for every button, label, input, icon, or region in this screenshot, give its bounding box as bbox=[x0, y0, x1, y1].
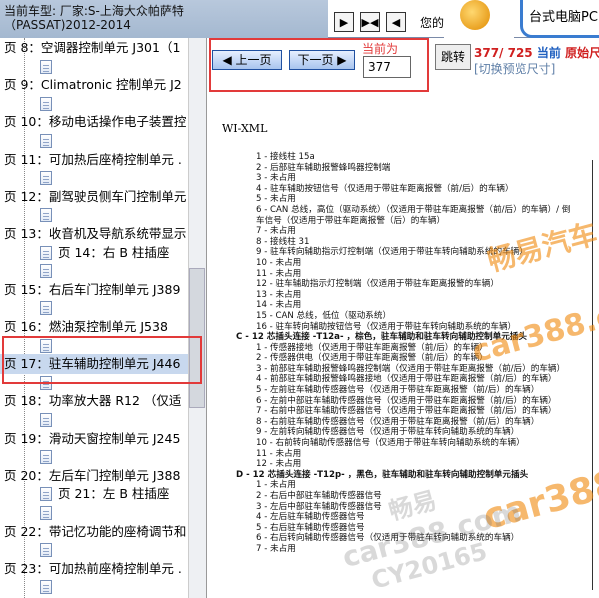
page-tree-item[interactable]: 页 22：带记忆功能的座椅调节和 bbox=[0, 522, 188, 542]
document-line: 车信号（仅适用于带驻车距离报警（后）的车辆） bbox=[256, 215, 446, 226]
page-count-text: 377/ 725 bbox=[474, 46, 533, 60]
document-line: 16 - 驻车转向辅助按钮信号（仅适用于带驻车转向辅助系统的车辆） bbox=[256, 321, 517, 332]
document-line: 3 - 前部驻车辅助报警蜂鸣器控制端（仅适用于带驻车距离报警（前/后）的车辆） bbox=[256, 363, 566, 374]
document-line: 13 - 未占用 bbox=[256, 289, 302, 300]
page-tree-item[interactable]: 页 18：功率放大器 R12 （仅适 bbox=[0, 391, 188, 411]
expand-right-button[interactable]: ▶ bbox=[334, 12, 354, 32]
document-line: 9 - 左前转向辅助传感器信号（仅适用于带驻车转向辅助系统的车辆） bbox=[256, 427, 520, 438]
document-line: 1 - 接线柱 15a bbox=[256, 152, 315, 162]
document-title: WI-XML bbox=[222, 122, 268, 135]
document-text: 1 - 接线柱 15a 2 - 后部驻车辅助报警蜂鸣器控制端 3 - 未占用 4 - … bbox=[236, 152, 596, 555]
document-line: 1 - 传感器接地（仅适用于带驻车距离报警（前/后）的车辆） bbox=[256, 342, 488, 353]
document-icon bbox=[40, 246, 52, 260]
document-line: 11 - 未占用 bbox=[256, 268, 302, 279]
page-count: 377/ 725 当前 原始尺 bbox=[474, 44, 599, 61]
frame-nav-buttons: ▶ ▶◀ ◀ bbox=[334, 12, 406, 32]
mascot-logo-icon bbox=[460, 0, 490, 30]
document-icon[interactable] bbox=[40, 301, 52, 315]
document-icon[interactable] bbox=[40, 580, 52, 594]
page-tree-item[interactable]: 页 20：左后车门控制单元 J388 bbox=[0, 466, 188, 486]
document-icon[interactable] bbox=[40, 450, 52, 464]
document-line: 8 - 右前驻车辅助传感器信号（仅适用于带驻车距离报警（前/后）的车辆） bbox=[256, 416, 540, 427]
document-line: 10 - 右前转向辅助传感器信号（仅适用于带驻车转向辅助系统的车辆） bbox=[256, 438, 525, 449]
document-line: 14 - 未占用 bbox=[256, 300, 302, 311]
page-tree-item[interactable]: 页 15：右后车门控制单元 J389 bbox=[0, 280, 188, 300]
document-line: 10 - 未占用 bbox=[256, 257, 302, 268]
document-icon[interactable] bbox=[40, 60, 52, 74]
document-line: 6 - 左前中部驻车辅助传感器信号（仅适用于带驻车距离报警（前/后）的车辆） bbox=[256, 395, 557, 406]
page-tree-item[interactable]: 页 13：收音机及导航系统带显示 bbox=[0, 224, 188, 244]
ad-text: 台式电脑PC bbox=[529, 10, 598, 25]
document-line: C - 12 芯插头连接 -T12a- ，棕色，驻车辅助和驻车转向辅助控制单元插… bbox=[236, 332, 527, 343]
document-line: 5 - 未占用 bbox=[256, 194, 296, 205]
document-line: 3 - 左后中部驻车辅助传感器信号 bbox=[256, 501, 382, 512]
document-icon[interactable] bbox=[40, 171, 52, 185]
document-line: 7 - 未占用 bbox=[256, 543, 296, 554]
document-line: 7 - 右前中部驻车辅助传感器信号（仅适用于带驻车距离报警（前/后）的车辆） bbox=[256, 406, 557, 417]
page-tree-item[interactable]: 页 16：燃油泵控制单元 J538 bbox=[0, 317, 188, 337]
page-tree-item[interactable]: 页 21：左 B 柱插座 bbox=[38, 484, 188, 504]
page-tree-item[interactable]: 页 23：可加热前座椅控制单元 . bbox=[0, 559, 188, 579]
document-line: 3 - 未占用 bbox=[256, 173, 296, 184]
top-text: 您的 bbox=[420, 16, 445, 30]
toggle-preview-size-link[interactable]: [切换预览尺寸] bbox=[474, 60, 555, 77]
document-line: 12 - 驻车辅助指示灯控制端（仅适用于带驻车距离报警的车辆） bbox=[256, 279, 499, 290]
document-line: 9 - 驻车转向辅助指示灯控制端（仅适用于带驻车转向辅助系统的车辆） bbox=[256, 247, 528, 258]
document-line: 8 - 接线柱 31 bbox=[256, 236, 310, 247]
document-line: 7 - 未占用 bbox=[256, 226, 296, 237]
expand-left-button[interactable]: ◀ bbox=[386, 12, 406, 32]
document-line: 4 - 左后驻车辅助传感器信号 bbox=[256, 512, 365, 523]
document-line: 1 - 未占用 bbox=[256, 480, 296, 491]
document-line: 2 - 传感器供电（仅适用于带驻车距离报警（前/后）的车辆） bbox=[256, 353, 488, 364]
ad-banner[interactable]: 台式电脑PC bbox=[520, 0, 599, 38]
document-line: D - 12 芯插头连接 -T12p- ，黑色，驻车辅助和驻车转向辅助控制单元插… bbox=[236, 469, 529, 480]
pager-highlight bbox=[209, 38, 429, 92]
page-tree-item[interactable]: 页 14：右 B 柱插座 bbox=[38, 243, 188, 263]
document-line: 5 - 右后驻车辅助传感器信号 bbox=[256, 522, 365, 533]
document-line: 12 - 未占用 bbox=[256, 459, 302, 470]
document-icon[interactable] bbox=[40, 543, 52, 557]
document-icon bbox=[40, 487, 52, 501]
page-tree: 页 8：空调器控制单元 J301（1 页 9：Climatronic 控制单元 J… bbox=[0, 0, 188, 598]
document-icon[interactable] bbox=[40, 134, 52, 148]
jump-button[interactable]: 跳转 bbox=[435, 44, 471, 70]
document-icon[interactable] bbox=[40, 506, 52, 520]
page-tree-item[interactable]: 页 19：滑动天窗控制单元 J245 bbox=[0, 429, 188, 449]
selected-item-highlight bbox=[2, 336, 202, 384]
document-icon[interactable] bbox=[40, 413, 52, 427]
document-line: 2 - 后部驻车辅助报警蜂鸣器控制端 bbox=[256, 162, 391, 173]
document-border-line bbox=[592, 160, 593, 590]
document-icon[interactable] bbox=[40, 264, 52, 278]
document-line: 15 - CAN 总线，低位（驱动系统） bbox=[256, 310, 392, 321]
current-size-label: 当前 bbox=[536, 46, 561, 60]
document-view: WI-XML 1 - 接线柱 15a 2 - 后部驻车辅助报警蜂鸣器控制端 3 - … bbox=[208, 90, 599, 598]
page-tree-item[interactable]: 页 11：可加热后座椅控制单元 . bbox=[0, 150, 188, 170]
document-icon[interactable] bbox=[40, 208, 52, 222]
document-icon[interactable] bbox=[40, 97, 52, 111]
split-toggle-button[interactable]: ▶◀ bbox=[360, 12, 380, 32]
document-line: 6 - 右后转向辅助传感器信号（仅适用于带驻车转向辅助系统的车辆） bbox=[256, 533, 520, 544]
document-line: 6 - CAN 总线，高位（驱动系统）（仅适用于带驻车距离报警（前/后）的车辆）… bbox=[256, 204, 571, 215]
document-line: 11 - 未占用 bbox=[256, 448, 302, 459]
page-tree-item[interactable]: 页 8：空调器控制单元 J301（1 bbox=[0, 38, 188, 58]
document-line: 4 - 驻车辅助按钮信号（仅适用于带驻车距离报警（前/后）的车辆） bbox=[256, 183, 514, 194]
page-tree-item[interactable]: 页 9：Climatronic 控制单元 J2 bbox=[0, 75, 188, 95]
page-tree-item[interactable]: 页 10：移动电话操作电子装置控 bbox=[0, 112, 188, 132]
document-line: 5 - 左前驻车辅助传感器信号（仅适用于带驻车距离报警（前/后）的车辆） bbox=[256, 385, 540, 396]
document-line: 2 - 右后中部驻车辅助传感器信号 bbox=[256, 491, 382, 501]
document-line: 4 - 前部驻车辅助报警蜂鸣器接地（仅适用于带驻车距离报警（前/后）的车辆） bbox=[256, 374, 557, 385]
page-tree-item[interactable]: 页 12：副驾驶员侧车门控制单元 bbox=[0, 187, 188, 207]
original-size-link[interactable]: 原始尺 bbox=[565, 46, 599, 60]
